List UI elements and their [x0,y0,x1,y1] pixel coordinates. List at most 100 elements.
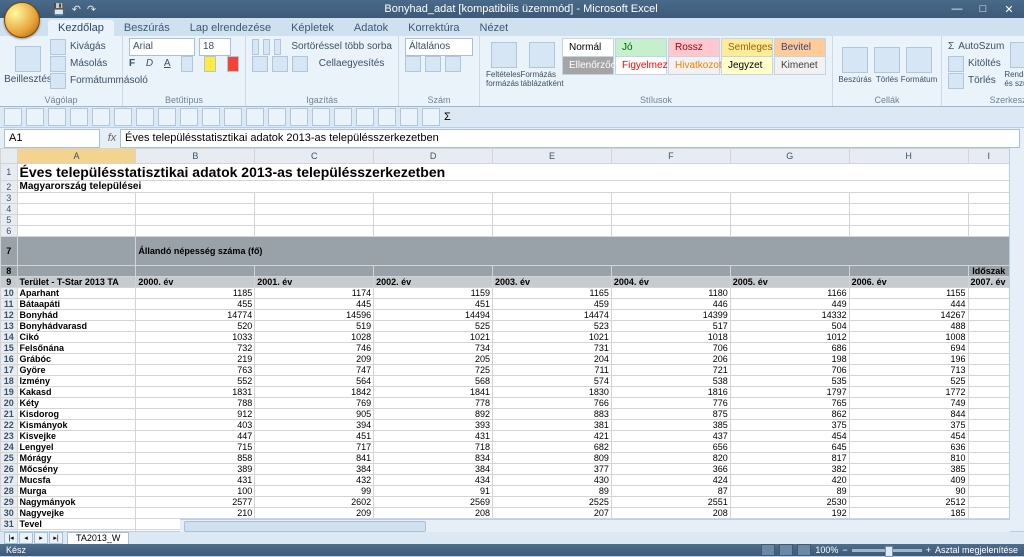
cell-style-normál[interactable]: Normál [562,38,614,57]
ribbon-tab-nézet[interactable]: Nézet [470,20,519,36]
row-header[interactable]: 14 [1,332,18,343]
col-header-D[interactable]: D [374,149,493,164]
zoom-slider[interactable] [852,549,922,552]
view-pagebreak-icon[interactable] [797,544,811,556]
qat-undo-icon[interactable]: ↶ [72,3,81,16]
fx-icon[interactable]: fx [104,132,120,144]
row-header[interactable]: 25 [1,453,18,464]
col-header-A[interactable]: A [17,149,136,164]
row-header[interactable]: 10 [1,288,18,299]
minimize-button[interactable]: — [946,3,968,16]
population-header[interactable]: Állandó népesség száma (fő) [136,237,1010,266]
tab-nav-prev[interactable]: ◂ [19,532,33,544]
col-header-F[interactable]: F [611,149,730,164]
row-header[interactable]: 18 [1,376,18,387]
close-button[interactable]: ✕ [998,3,1020,16]
horizontal-scrollbar[interactable] [180,519,1010,532]
ribbon-tab-adatok[interactable]: Adatok [344,20,398,36]
comma-icon[interactable] [445,56,461,72]
sigma-icon[interactable]: Σ [444,111,451,123]
align-center-icon[interactable] [272,56,288,72]
delete-cells-button[interactable]: Törlés [871,38,903,92]
align-right-icon[interactable] [292,56,308,72]
subtitle-cell[interactable]: Magyarország települései [17,181,1009,193]
cell-style-rossz[interactable]: Rossz [668,38,720,57]
tab-nav-first[interactable]: |◂ [4,532,18,544]
bold-button[interactable]: F [129,58,135,69]
row-header[interactable]: 13 [1,321,18,332]
row-header[interactable]: 19 [1,387,18,398]
mini-icon[interactable] [4,108,22,126]
cell-style-jó[interactable]: Jó [615,38,667,57]
fill-button[interactable]: Kitöltés [948,55,1004,72]
row-header[interactable]: 7 [1,237,18,266]
cell-style-bevitel[interactable]: Bevitel [774,38,826,57]
title-cell[interactable]: Éves településstatisztikai adatok 2013-a… [17,164,1009,181]
cell-style-figyelmezte...[interactable]: Figyelmezte... [615,56,667,75]
col-header-C[interactable]: C [255,149,374,164]
ribbon-tab-lap elrendezése[interactable]: Lap elrendezése [180,20,281,36]
row-header[interactable]: 6 [1,226,18,237]
row-header[interactable]: 2 [1,181,18,193]
col-header-E[interactable]: E [493,149,612,164]
col-header-[interactable] [1,149,18,164]
row-header[interactable]: 12 [1,310,18,321]
font-name-input[interactable]: Arial [129,38,195,56]
percent-icon[interactable] [425,56,441,72]
row-header[interactable]: 24 [1,442,18,453]
worksheet-grid[interactable]: ABCDEFGHI 1Éves településstatisztikai ada… [0,148,1024,532]
cell-style-ellenőrzőcella[interactable]: Ellenőrzőcella [562,56,614,75]
font-size-input[interactable]: 18 [199,38,231,56]
sort-filter-button[interactable]: Rendezés és szűrés [1004,38,1024,92]
conditional-formatting-button[interactable]: Feltételes formázás [486,38,522,92]
cell-style-kimenet[interactable]: Kimenet [774,56,826,75]
row-header[interactable]: 8 [1,266,18,277]
formula-bar[interactable]: Éves településstatisztikai adatok 2013-a… [120,129,1020,148]
row-header[interactable]: 11 [1,299,18,310]
view-normal-icon[interactable] [761,544,775,556]
col-header-I[interactable]: I [968,149,1009,164]
tab-nav-last[interactable]: ▸| [49,532,63,544]
row-header[interactable]: 30 [1,508,18,519]
italic-button[interactable]: D [146,58,153,69]
paste-button[interactable]: Beillesztés [6,38,50,92]
ribbon-tab-korrektúra[interactable]: Korrektúra [398,20,469,36]
number-format-select[interactable]: Általános [405,38,473,56]
underline-button[interactable]: A [164,58,171,69]
row-header[interactable]: 31 [1,519,18,530]
row-header[interactable]: 26 [1,464,18,475]
qat-redo-icon[interactable]: ↷ [87,3,96,16]
col-header-H[interactable]: H [849,149,968,164]
row-header[interactable]: 28 [1,486,18,497]
wrap-text-button[interactable]: Sortöréssel több sorba [291,41,392,52]
col-header-G[interactable]: G [730,149,849,164]
ribbon-tab-beszúrás[interactable]: Beszúrás [114,20,180,36]
tab-nav-next[interactable]: ▸ [34,532,48,544]
align-top-icon[interactable] [252,39,259,55]
row-header[interactable]: 1 [1,164,18,181]
row-header[interactable]: 22 [1,420,18,431]
row-header[interactable]: 15 [1,343,18,354]
col-header-B[interactable]: B [136,149,255,164]
align-left-icon[interactable] [252,56,268,72]
qat-save-icon[interactable]: 💾 [52,3,66,16]
border-button[interactable] [181,56,193,72]
zoom-in-button[interactable]: + [926,545,931,555]
format-cells-button[interactable]: Formátum [903,38,935,92]
merge-button[interactable]: Cellaegyesítés [319,58,385,69]
ribbon-tab-kezdőlap[interactable]: Kezdőlap [48,20,114,36]
row-header[interactable]: 9 [1,277,18,288]
clear-button[interactable]: Törlés [948,72,1004,89]
view-layout-icon[interactable] [779,544,793,556]
autosum-button[interactable]: ΣAutoSzum [948,38,1004,55]
ribbon-tab-képletek[interactable]: Képletek [281,20,344,36]
row-header[interactable]: 17 [1,365,18,376]
zoom-out-button[interactable]: − [842,545,847,555]
maximize-button[interactable]: □ [972,3,994,16]
row-header[interactable]: 23 [1,431,18,442]
row-header[interactable]: 3 [1,193,18,204]
cell-style-jegyzet[interactable]: Jegyzet [721,56,773,75]
row-header[interactable]: 20 [1,398,18,409]
office-button[interactable] [4,2,40,38]
insert-cells-button[interactable]: Beszúrás [839,38,871,92]
